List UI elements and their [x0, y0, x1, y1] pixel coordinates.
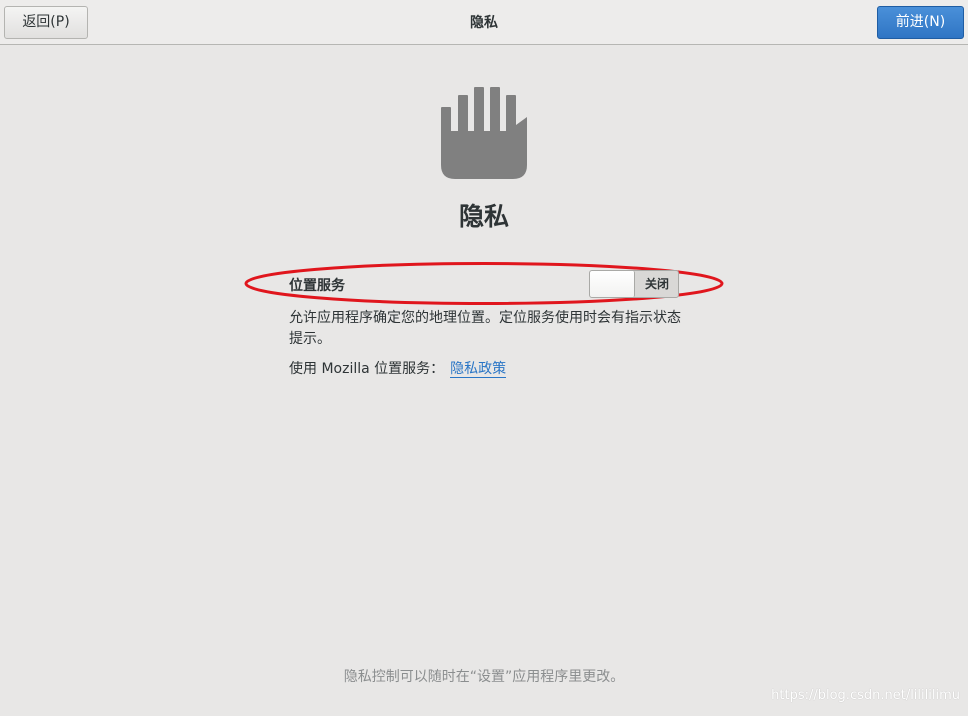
next-button[interactable]: 前进(N) [877, 6, 964, 39]
location-services-switch[interactable]: 关闭 [589, 270, 679, 298]
header-title: 隐私 [470, 15, 498, 31]
switch-knob [590, 271, 635, 297]
watermark: https://blog.csdn.net/lilililimu [771, 688, 960, 703]
footer-note: 隐私控制可以随时在“设置”应用程序里更改。 [343, 669, 625, 685]
page-title: 隐私 [458, 202, 509, 231]
header-bar: 返回(P) 隐私 前进(N) [0, 0, 968, 45]
location-description: 允许应用程序确定您的地理位置。定位服务使用时会有指示状态提示。 [289, 310, 681, 347]
location-services-label: 位置服务 [289, 278, 345, 294]
switch-state-text: 关闭 [644, 277, 669, 291]
hand-icon [441, 87, 527, 179]
back-button[interactable]: 返回(P) [4, 6, 88, 39]
mozilla-text: 使用 Mozilla 位置服务： [289, 361, 445, 377]
privacy-policy-link[interactable]: 隐私政策 [450, 361, 507, 378]
mozilla-row: 使用 Mozilla 位置服务： 隐私政策 [289, 358, 507, 378]
